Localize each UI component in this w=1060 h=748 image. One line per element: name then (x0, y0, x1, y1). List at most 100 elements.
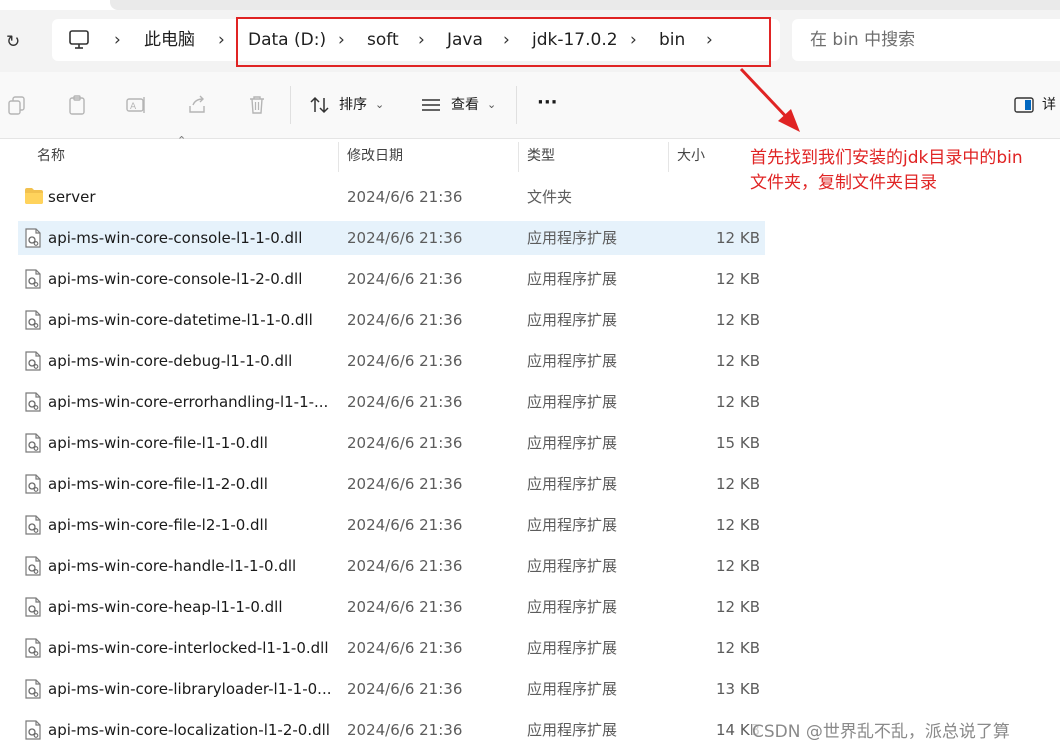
file-name[interactable]: api-ms-win-core-debug-l1-1-0.dll (48, 344, 292, 378)
file-size: 12 KB (716, 557, 760, 575)
file-type: 应用程序扩展 (527, 598, 618, 616)
dll-file-icon (24, 679, 42, 703)
file-size: 15 KB (716, 434, 760, 452)
file-row[interactable]: api-ms-win-core-file-l1-2-0.dll 2024/6/6 … (18, 467, 765, 501)
file-date: 2024/6/6 21:36 (347, 352, 463, 370)
file-date: 2024/6/6 21:36 (347, 311, 463, 329)
command-bar: A 排序 ⌄ 查看 ⌄ ··· 详 (0, 72, 1060, 139)
annotation-note: 首先找到我们安装的jdk目录中的bin 文件夹，复制文件夹目录 (750, 146, 1023, 196)
chevron-right-icon[interactable]: › (218, 19, 225, 61)
file-size: 12 KB (716, 516, 760, 534)
file-name[interactable]: api-ms-win-core-handle-l1-1-0.dll (48, 549, 296, 583)
file-row[interactable]: api-ms-win-core-console-l1-2-0.dll 2024/6… (18, 262, 765, 296)
file-row[interactable]: api-ms-win-core-file-l2-1-0.dll 2024/6/6 … (18, 508, 765, 542)
folder-row[interactable]: server 2024/6/6 21:36 文件夹 (18, 180, 765, 214)
copy-icon[interactable] (6, 94, 28, 116)
annotation-line-2: 文件夹，复制文件夹目录 (750, 173, 937, 193)
file-name[interactable]: api-ms-win-core-datetime-l1-1-0.dll (48, 303, 313, 337)
file-date: 2024/6/6 21:36 (347, 516, 463, 534)
file-size: 12 KB (716, 475, 760, 493)
file-type: 应用程序扩展 (527, 721, 618, 739)
file-row[interactable]: api-ms-win-core-errorhandling-l1-1-... 20… (18, 385, 765, 419)
breadcrumb-this-pc[interactable]: 此电脑 (144, 19, 195, 61)
dll-file-icon (24, 556, 42, 580)
file-date: 2024/6/6 21:36 (347, 721, 463, 739)
paste-icon[interactable] (66, 94, 88, 116)
file-date: 2024/6/6 21:36 (347, 188, 463, 206)
annotation-line-1: 首先找到我们安装的jdk目录中的bin (750, 148, 1023, 168)
chevron-right-icon[interactable]: › (114, 19, 121, 61)
rename-icon[interactable]: A (125, 94, 147, 116)
file-date: 2024/6/6 21:36 (347, 557, 463, 575)
file-date: 2024/6/6 21:36 (347, 598, 463, 616)
file-name[interactable]: api-ms-win-core-interlocked-l1-1-0.dll (48, 631, 329, 665)
file-name[interactable]: api-ms-win-core-heap-l1-1-0.dll (48, 590, 283, 624)
sort-button[interactable]: 排序 (339, 94, 367, 116)
file-row[interactable]: api-ms-win-core-console-l1-1-0.dll 2024/6… (18, 221, 765, 255)
file-size: 13 KB (716, 680, 760, 698)
column-divider[interactable] (668, 142, 669, 172)
column-header-name[interactable]: 名称 (37, 140, 65, 172)
file-type: 应用程序扩展 (527, 557, 618, 575)
file-name[interactable]: api-ms-win-core-localization-l1-2-0.dll (48, 713, 330, 747)
file-row[interactable]: api-ms-win-core-libraryloader-l1-1-0... 2… (18, 672, 765, 706)
this-pc-icon[interactable] (68, 30, 90, 54)
view-icon[interactable] (420, 94, 442, 116)
file-row[interactable]: api-ms-win-core-handle-l1-1-0.dll 2024/6/… (18, 549, 765, 583)
details-pane-icon[interactable] (1013, 94, 1035, 116)
share-icon[interactable] (186, 94, 208, 116)
watermark: CSDN @世界乱不乱，派总说了算 (752, 717, 1010, 742)
view-button[interactable]: 查看 (451, 94, 479, 116)
file-type: 应用程序扩展 (527, 680, 618, 698)
file-type: 应用程序扩展 (527, 352, 618, 370)
title-strip (110, 0, 1060, 10)
toolbar-divider (290, 86, 291, 124)
file-name[interactable]: server (48, 180, 95, 214)
details-button[interactable]: 详 (1042, 94, 1056, 116)
search-placeholder: 在 bin 中搜索 (810, 30, 916, 50)
file-name[interactable]: api-ms-win-core-errorhandling-l1-1-... (48, 385, 328, 419)
file-row[interactable]: api-ms-win-core-heap-l1-1-0.dll 2024/6/6 … (18, 590, 765, 624)
file-date: 2024/6/6 21:36 (347, 229, 463, 247)
column-header-type[interactable]: 类型 (527, 140, 555, 172)
file-row[interactable]: api-ms-win-core-interlocked-l1-1-0.dll 20… (18, 631, 765, 665)
file-name[interactable]: api-ms-win-core-file-l1-2-0.dll (48, 467, 268, 501)
file-type: 应用程序扩展 (527, 475, 618, 493)
chevron-down-icon[interactable]: ⌄ (487, 94, 496, 116)
refresh-icon[interactable]: ↻ (6, 32, 20, 52)
file-size: 12 KB (716, 393, 760, 411)
column-divider[interactable] (338, 142, 339, 172)
file-row[interactable]: api-ms-win-core-localization-l1-2-0.dll 2… (18, 713, 765, 747)
dll-file-icon (24, 269, 42, 293)
file-row[interactable]: api-ms-win-core-datetime-l1-1-0.dll 2024/… (18, 303, 765, 337)
file-name[interactable]: api-ms-win-core-console-l1-1-0.dll (48, 221, 302, 255)
file-name[interactable]: api-ms-win-core-file-l2-1-0.dll (48, 508, 268, 542)
file-name[interactable]: api-ms-win-core-libraryloader-l1-1-0... (48, 672, 331, 706)
file-type: 应用程序扩展 (527, 393, 618, 411)
sort-icon[interactable] (309, 94, 331, 116)
file-type: 应用程序扩展 (527, 229, 618, 247)
column-divider[interactable] (518, 142, 519, 172)
dll-file-icon (24, 638, 42, 662)
column-header-date[interactable]: 修改日期 (347, 140, 403, 172)
file-row[interactable]: api-ms-win-core-debug-l1-1-0.dll 2024/6/6… (18, 344, 765, 378)
highlight-box (236, 17, 771, 67)
column-header-size[interactable]: 大小 (677, 140, 705, 172)
file-date: 2024/6/6 21:36 (347, 639, 463, 657)
delete-icon[interactable] (246, 94, 268, 116)
file-size: 12 KB (716, 639, 760, 657)
dll-file-icon (24, 351, 42, 375)
dll-file-icon (24, 433, 42, 457)
file-type: 应用程序扩展 (527, 270, 618, 288)
file-type: 文件夹 (527, 188, 573, 206)
file-row[interactable]: api-ms-win-core-file-l1-1-0.dll 2024/6/6 … (18, 426, 765, 460)
more-options-button[interactable]: ··· (537, 92, 558, 114)
search-input[interactable]: 在 bin 中搜索 (792, 19, 1060, 61)
dll-file-icon (24, 474, 42, 498)
chevron-down-icon[interactable]: ⌄ (375, 94, 384, 116)
toolbar-divider (516, 86, 517, 124)
file-type: 应用程序扩展 (527, 434, 618, 452)
file-name[interactable]: api-ms-win-core-file-l1-1-0.dll (48, 426, 268, 460)
file-size: 12 KB (716, 229, 760, 247)
file-name[interactable]: api-ms-win-core-console-l1-2-0.dll (48, 262, 302, 296)
